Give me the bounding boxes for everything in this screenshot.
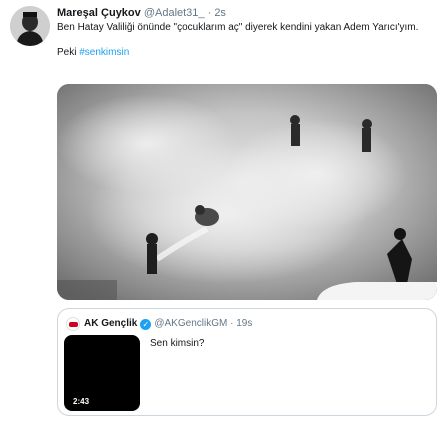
quoted-author-name[interactable]: AK Gençlik xyxy=(84,317,137,331)
tweet-media-image[interactable] xyxy=(57,84,437,300)
video-duration: 2:43 xyxy=(70,396,93,407)
quoted-handle-time[interactable]: @AKGenclikGM · 19s xyxy=(154,317,252,331)
tweet-text-line: Ben Hatay Valiliği önünde "çocuklarım aç… xyxy=(57,22,419,33)
author-name[interactable]: Mareşal Çuykov xyxy=(57,7,141,19)
quoted-tweet-text: Sen kimsin? xyxy=(150,338,205,349)
media-photo xyxy=(57,84,437,300)
author-avatar[interactable] xyxy=(10,6,50,46)
ak-parti-logo-icon xyxy=(66,317,80,331)
tweet-text-prefix: Peki xyxy=(57,47,80,58)
tweet-text-hashtag-line: Peki #senkimsin xyxy=(57,46,427,59)
quoted-video-thumbnail[interactable]: 2:43 xyxy=(64,335,140,411)
tweet[interactable]: Mareşal Çuykov @Adalet31_ · 2s Ben Hatay… xyxy=(0,0,445,421)
quoted-tweet-header: AK Gençlik ✓ @AKGenclikGM · 19s xyxy=(66,317,252,331)
tweet-text: Ben Hatay Valiliği önünde "çocuklarım aç… xyxy=(57,21,427,59)
avatar-image xyxy=(10,6,50,46)
author-handle-time[interactable]: @Adalet31_ · 2s xyxy=(144,7,226,19)
quoted-tweet[interactable]: AK Gençlik ✓ @AKGenclikGM · 19s 2:43 Sen… xyxy=(57,308,437,416)
verified-badge-icon: ✓ xyxy=(140,318,152,330)
hashtag-link[interactable]: #senkimsin xyxy=(79,47,129,58)
tweet-header: Mareşal Çuykov @Adalet31_ · 2s xyxy=(57,6,226,20)
